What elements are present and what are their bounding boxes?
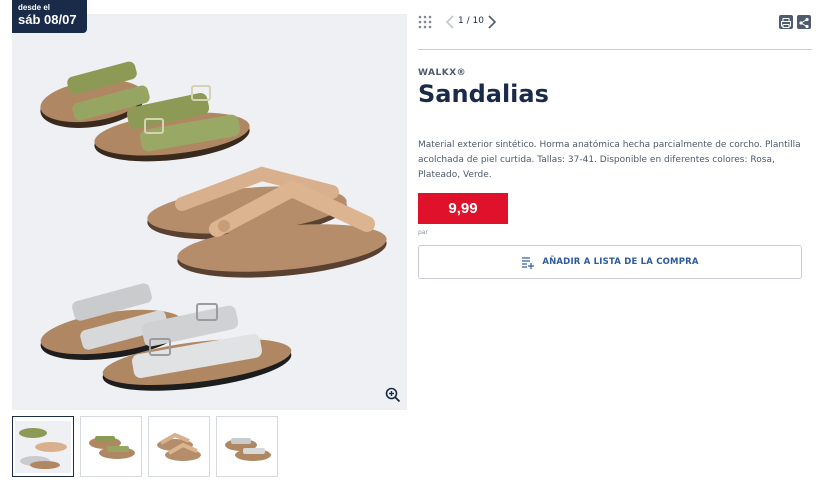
thumbnail-image <box>157 432 201 461</box>
thumbnail-image <box>89 435 135 459</box>
thumbnail-strip <box>12 416 278 477</box>
green-sandal-pair <box>40 61 250 162</box>
chevron-right-icon[interactable] <box>487 14 497 30</box>
thumbnail-all[interactable] <box>12 416 74 477</box>
thumbnail-image <box>15 420 71 473</box>
add-to-list-label: AÑADIR A LISTA DE LA COMPRA <box>542 257 699 267</box>
badge-date: sáb 08/07 <box>18 12 77 27</box>
thumbnail-image <box>225 437 271 461</box>
share-button[interactable] <box>797 15 811 29</box>
rose-sandal-pair <box>147 166 387 278</box>
thumbnail-silver[interactable] <box>216 416 278 477</box>
chevron-left-icon[interactable] <box>445 14 455 30</box>
product-title: Sandalias <box>418 80 549 108</box>
sandals-illustration <box>40 61 387 391</box>
image-counter: 1 / 10 <box>458 16 484 26</box>
gallery-toolbar: 1 / 10 <box>418 13 812 35</box>
product-main-image[interactable] <box>12 14 407 410</box>
print-icon <box>781 18 791 28</box>
price-unit: par <box>418 229 428 236</box>
add-to-list-icon <box>522 256 535 269</box>
product-description: Material exterior sintético. Horma anató… <box>418 140 801 180</box>
badge-prefix: desde el <box>18 3 51 12</box>
print-button[interactable] <box>779 15 793 29</box>
divider <box>418 49 812 50</box>
thumbnail-rose[interactable] <box>148 416 210 477</box>
price-badge: 9,99 <box>418 193 508 224</box>
thumbnail-green[interactable] <box>80 416 142 477</box>
zoom-in-icon[interactable] <box>385 387 401 403</box>
silver-sandal-pair <box>40 283 292 391</box>
availability-date-badge: desde el sáb 08/07 <box>12 0 87 33</box>
grid-icon[interactable] <box>418 15 432 29</box>
product-brand: WALKX® <box>418 68 467 78</box>
add-to-shopping-list-button[interactable]: AÑADIR A LISTA DE LA COMPRA <box>418 245 802 279</box>
share-icon <box>799 17 809 29</box>
